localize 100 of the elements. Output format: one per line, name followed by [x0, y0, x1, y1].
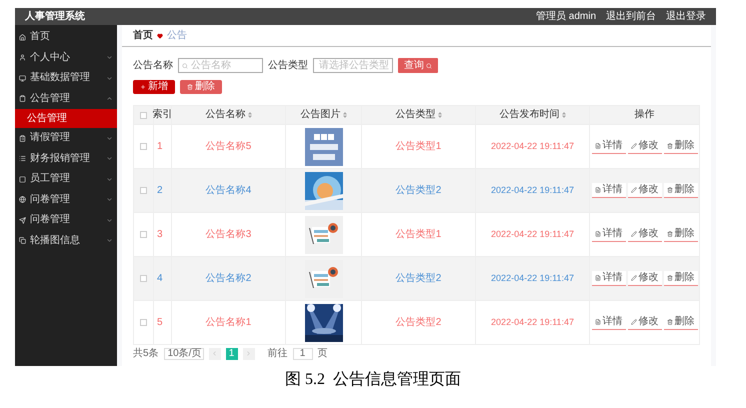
type-cell-text: 公告类型1 [396, 228, 442, 242]
copy-icon [19, 237, 26, 244]
name-cell-text: 公告名称1 [206, 316, 252, 330]
checkbox[interactable] [140, 112, 147, 118]
sidebar-item[interactable]: 员工管理 [15, 169, 117, 190]
checkbox[interactable] [140, 143, 147, 150]
detail-button[interactable]: 详情 [592, 227, 626, 242]
send-icon [19, 216, 26, 224]
sidebar-item[interactable]: 轮播图信息 [15, 230, 117, 251]
time-cell-text: 2022-04-22 19:11:47 [491, 272, 574, 285]
detail-button[interactable]: 详情 [592, 315, 626, 330]
monitor-icon [19, 74, 26, 82]
chevron-up-icon [106, 95, 113, 102]
sort-icon[interactable] [438, 112, 442, 118]
search-button[interactable]: 查询 [398, 58, 438, 73]
edit-button[interactable]: 修改 [628, 315, 662, 330]
chevron-down-icon [106, 176, 113, 183]
add-button[interactable]: 新增 [133, 80, 175, 94]
document-icon [594, 275, 600, 281]
delete-button[interactable]: 删除 [664, 315, 698, 330]
list-icon [19, 155, 26, 162]
detail-button[interactable]: 详情 [592, 139, 626, 154]
trash-icon [666, 187, 672, 193]
square-icon [19, 176, 26, 183]
checkbox[interactable] [140, 187, 147, 194]
sort-icon[interactable] [562, 112, 566, 118]
edit-button[interactable]: 修改 [628, 227, 662, 242]
chevron-right-icon [245, 350, 252, 357]
checkbox[interactable] [140, 275, 147, 282]
header-link[interactable]: 退出到前台 [606, 12, 656, 22]
field-label: 公告名称 [133, 58, 173, 73]
delete-button[interactable]: 删除 [664, 183, 698, 198]
time-cell-text: 2022-04-22 19:11:47 [491, 316, 574, 329]
chevron-down-icon [106, 196, 113, 204]
column-header[interactable]: 公告发布时间 [500, 110, 566, 120]
detail-button[interactable]: 详情 [592, 271, 626, 286]
sidebar-item[interactable]: 个人中心 [15, 48, 117, 68]
pencil-icon [630, 143, 636, 149]
type-cell-text: 公告类型2 [396, 184, 442, 198]
type-cell-text: 公告类型2 [396, 316, 442, 330]
index-cell-text: 3 [157, 228, 163, 242]
chevron-down-icon [106, 155, 113, 162]
chevron-down-icon [106, 134, 113, 142]
document-icon [594, 187, 600, 193]
document-icon [594, 319, 600, 325]
chevron-down-icon [106, 216, 113, 224]
column-header: 索引 [152, 110, 172, 120]
name-cell-text: 公告名称2 [206, 272, 252, 286]
sidebar-item[interactable]: 首页 [15, 27, 117, 48]
trash-icon [666, 231, 672, 237]
pencil-icon [630, 231, 636, 237]
chevron-down-icon [106, 54, 113, 62]
trash-icon [666, 319, 672, 325]
sidebar-item[interactable]: 财务报销管理 [15, 148, 117, 169]
type-cell-text: 公告类型1 [396, 140, 442, 154]
user-icon [19, 54, 26, 62]
total-count: 共5条 [133, 348, 159, 358]
edit-button[interactable]: 修改 [628, 183, 662, 198]
breadcrumb-link[interactable]: 首页 [133, 30, 153, 40]
trash-icon [666, 275, 672, 281]
checkbox[interactable] [140, 319, 147, 326]
sidebar-subitem[interactable]: 公告管理 [15, 109, 117, 128]
sidebar-item[interactable]: 问卷管理 [15, 210, 117, 230]
pencil-icon [630, 319, 636, 325]
checkbox[interactable] [140, 231, 147, 238]
name-cell-text: 公告名称5 [206, 140, 252, 154]
trash-icon [187, 84, 193, 90]
column-header[interactable]: 公告类型 [396, 110, 442, 120]
edit-button[interactable]: 修改 [628, 271, 662, 286]
time-cell-text: 2022-04-22 19:11:47 [491, 140, 574, 153]
index-cell-text: 5 [157, 316, 163, 330]
clipboard-icon [19, 134, 26, 142]
delete-button[interactable]: 删除 [180, 80, 222, 94]
sort-icon[interactable] [342, 112, 346, 118]
sidebar-item[interactable]: 公告管理 [15, 88, 117, 109]
sort-icon[interactable] [248, 112, 252, 118]
pencil-icon [630, 187, 636, 193]
time-cell-text: 2022-04-22 19:11:47 [491, 184, 574, 197]
sidebar-item[interactable]: 请假管理 [15, 128, 117, 148]
column-header[interactable]: 公告图片 [300, 110, 346, 120]
sidebar-item[interactable]: 基础数据管理 [15, 68, 117, 88]
index-cell-text: 2 [157, 184, 163, 198]
page-size-select[interactable]: 10条/页 [164, 348, 204, 360]
delete-button[interactable]: 删除 [664, 271, 698, 286]
page-input[interactable]: 1 [292, 348, 313, 360]
column-header[interactable]: 公告名称 [206, 110, 252, 120]
sidebar-item[interactable]: 问卷管理 [15, 190, 117, 210]
goto-label: 前往 [268, 348, 288, 358]
globe-icon [19, 196, 26, 204]
edit-button[interactable]: 修改 [628, 139, 662, 154]
detail-button[interactable]: 详情 [592, 183, 626, 198]
user-label[interactable]: 管理员 admin [536, 12, 596, 22]
index-cell-text: 1 [157, 140, 163, 154]
chevron-left-icon [211, 350, 218, 357]
figure-caption: 图 5.2 公告信息管理页面 [285, 370, 461, 390]
delete-button[interactable]: 删除 [664, 139, 698, 154]
name-cell-text: 公告名称3 [206, 228, 252, 242]
header-link[interactable]: 退出登录 [666, 12, 706, 22]
time-cell-text: 2022-04-22 19:11:47 [491, 228, 574, 241]
delete-button[interactable]: 删除 [664, 227, 698, 242]
